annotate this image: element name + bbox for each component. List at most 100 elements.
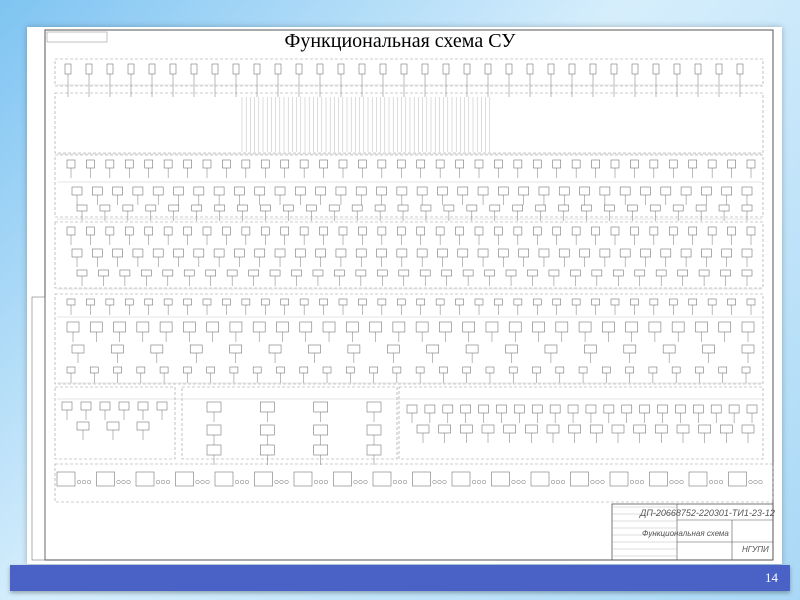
function-block: [494, 159, 503, 169]
function-block: [531, 404, 543, 414]
function-block: [124, 159, 134, 169]
function-block: [334, 269, 345, 277]
function-block: [546, 424, 560, 434]
function-block: [144, 226, 154, 236]
function-block: [579, 248, 590, 258]
function-block: [649, 204, 661, 212]
function-block: [183, 159, 192, 169]
function-block: [474, 226, 484, 236]
function-block: [173, 186, 184, 196]
function-block: [98, 269, 109, 277]
function-block: [416, 226, 426, 236]
function-block: [376, 186, 387, 196]
function-block: [335, 248, 347, 258]
valve-symbol: [674, 479, 679, 485]
motor-block: [175, 471, 194, 487]
function-block: [604, 204, 615, 212]
function-block: [299, 159, 309, 169]
function-block: [494, 298, 503, 306]
valve-symbol: [521, 479, 526, 485]
function-block: [552, 298, 562, 306]
function-block: [377, 269, 388, 277]
function-block: [610, 226, 620, 236]
sensor-symbol: [232, 63, 240, 75]
valve-symbol: [234, 479, 240, 485]
function-block: [649, 298, 659, 306]
function-block: [532, 226, 542, 236]
sensor-symbol: [652, 63, 660, 75]
valve-symbol: [397, 479, 403, 485]
motor-block: [135, 471, 155, 487]
sensor-symbol: [589, 63, 597, 75]
function-block: [481, 424, 495, 434]
valve-symbol: [679, 479, 684, 485]
function-block: [132, 248, 144, 258]
function-block: [621, 404, 633, 414]
valve-symbol: [560, 479, 566, 485]
function-block: [295, 248, 306, 258]
function-block: [86, 298, 95, 306]
valve-symbol: [363, 479, 368, 485]
function-block: [584, 344, 597, 354]
sensor-symbol: [169, 63, 177, 75]
function-block: [668, 226, 678, 236]
valve-symbol: [442, 479, 447, 485]
valve-symbol: [205, 479, 210, 485]
sensor-symbol: [442, 63, 450, 75]
function-block: [707, 298, 717, 306]
function-block: [525, 424, 538, 434]
valve-symbol: [600, 479, 605, 485]
function-block: [122, 204, 134, 212]
function-block: [396, 298, 406, 306]
function-block: [496, 404, 507, 414]
function-block: [741, 321, 755, 333]
function-block: [189, 344, 203, 354]
function-block: [76, 204, 88, 212]
function-block: [741, 204, 753, 212]
valve-symbol: [116, 479, 121, 485]
sensor-symbol: [610, 63, 618, 75]
valve-symbol: [76, 479, 82, 485]
function-block: [581, 204, 592, 212]
function-block: [474, 298, 484, 306]
function-block: [498, 186, 509, 196]
function-block: [727, 298, 736, 306]
sensor-symbol: [673, 63, 681, 75]
function-block: [721, 248, 732, 258]
function-block: [701, 186, 712, 196]
function-block: [260, 401, 275, 413]
valve-symbol: [595, 479, 600, 485]
function-block: [552, 226, 562, 236]
sensor-symbol: [337, 63, 345, 75]
function-block: [718, 204, 730, 212]
function-block: [312, 269, 324, 277]
valve-symbol: [323, 479, 329, 485]
function-block: [274, 186, 286, 196]
function-block: [513, 226, 523, 236]
sensor-symbol: [358, 63, 366, 75]
function-block: [86, 226, 95, 236]
function-block: [655, 424, 668, 434]
function-block: [571, 226, 581, 236]
function-block: [677, 269, 688, 277]
sensor-symbol: [106, 63, 114, 75]
function-block: [612, 269, 624, 277]
function-block: [159, 321, 173, 333]
function-block: [465, 344, 479, 354]
function-block: [477, 186, 489, 196]
function-block: [229, 321, 243, 333]
function-block: [66, 298, 76, 306]
function-block: [299, 321, 313, 333]
valve-symbol: [476, 479, 482, 485]
function-block: [457, 248, 469, 258]
function-block: [392, 321, 406, 333]
valve-symbol: [353, 479, 358, 485]
function-block: [183, 366, 192, 374]
function-block: [420, 204, 432, 212]
function-block: [634, 269, 646, 277]
function-block: [369, 366, 378, 374]
function-block: [648, 366, 658, 374]
function-block: [105, 226, 115, 236]
function-block: [680, 248, 692, 258]
function-block: [435, 159, 445, 169]
